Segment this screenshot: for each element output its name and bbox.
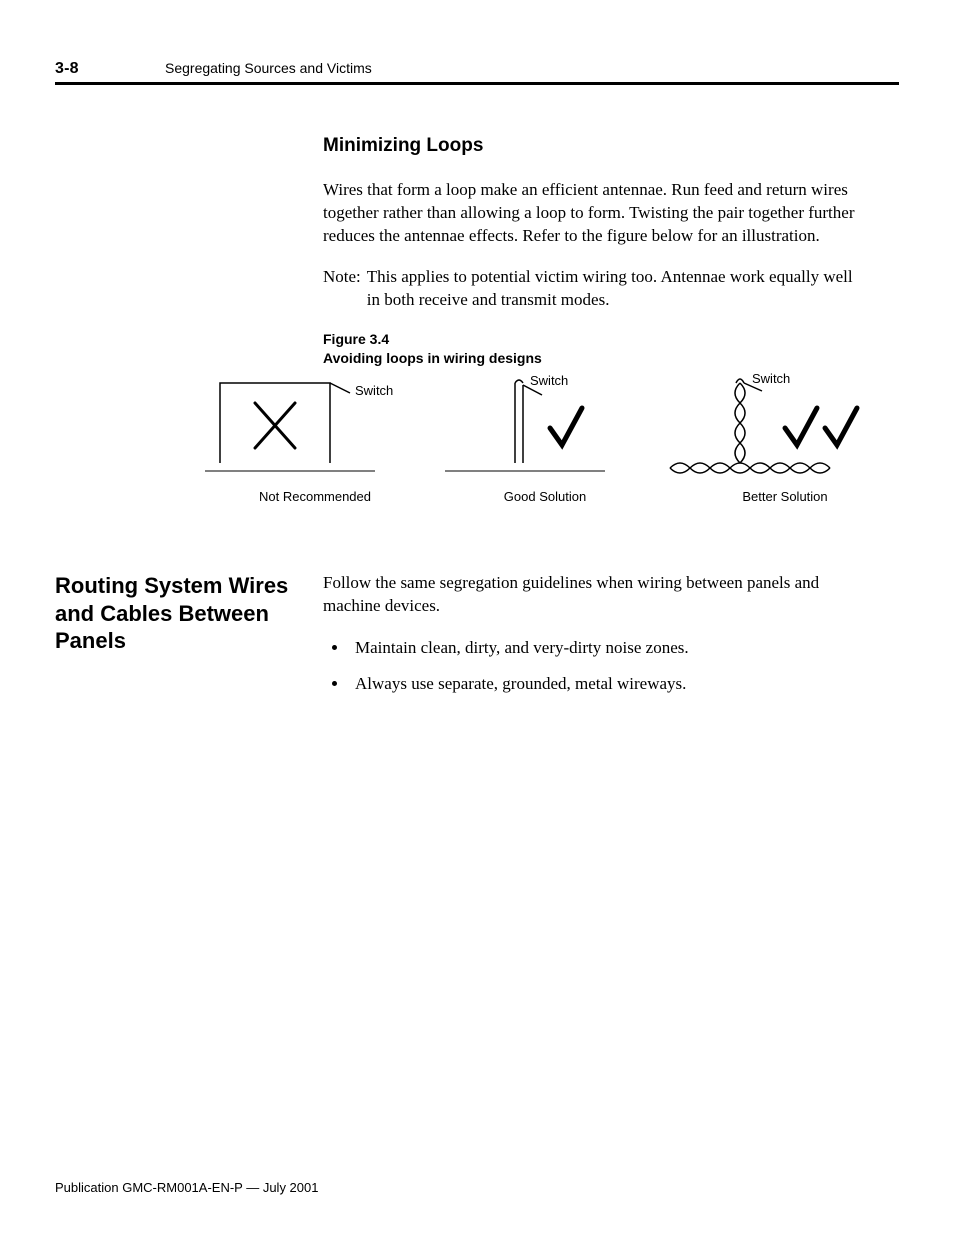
note-label: Note:	[323, 266, 367, 312]
routing-body: Follow the same segregation guidelines w…	[323, 572, 863, 707]
paragraph-loops-intro: Wires that form a loop make an efficient…	[323, 179, 863, 248]
twisted-pair-horizontal	[670, 463, 830, 473]
switch-label-a: Switch	[355, 383, 393, 398]
section-routing-wires: Routing System Wires and Cables Between …	[55, 572, 899, 707]
panel-caption-a: Not Recommended	[200, 489, 430, 504]
figure-title: Avoiding loops in wiring designs	[323, 350, 542, 366]
bullet-wireways: Always use separate, grounded, metal wir…	[349, 672, 863, 696]
bullet-noise-zones: Maintain clean, dirty, and very-dirty no…	[349, 636, 863, 660]
figure-caption: Figure 3.4 Avoiding loops in wiring desi…	[323, 330, 863, 368]
twisted-pair-vertical	[735, 379, 762, 463]
note-block: Note: This applies to potential victim w…	[323, 266, 863, 312]
routing-intro: Follow the same segregation guidelines w…	[323, 572, 863, 618]
side-heading-routing: Routing System Wires and Cables Between …	[55, 572, 323, 707]
switch-label-c: Switch	[752, 373, 790, 386]
panel-caption-b: Good Solution	[430, 489, 660, 504]
cross-icon	[255, 403, 295, 448]
figure-panel-good: Switch Good Solution	[430, 373, 660, 504]
chapter-title: Segregating Sources and Victims	[165, 60, 372, 76]
routing-bullets: Maintain clean, dirty, and very-dirty no…	[323, 636, 863, 696]
publication-footer: Publication GMC-RM001A-EN-P — July 2001	[55, 1180, 318, 1195]
switch-label-b: Switch	[530, 373, 568, 388]
page-number: 3-8	[55, 60, 165, 78]
figure-number: Figure 3.4	[323, 331, 389, 347]
section-minimizing-loops: Minimizing Loops Wires that form a loop …	[323, 135, 863, 367]
figure-row: Switch Not Recommended Switch	[200, 373, 899, 504]
figure-panel-not-recommended: Switch Not Recommended	[200, 373, 430, 504]
figure-panel-better: Switch Better Solution	[660, 373, 910, 504]
double-check-icon	[785, 408, 857, 445]
heading-minimizing-loops: Minimizing Loops	[323, 135, 863, 157]
note-body: This applies to potential victim wiring …	[367, 266, 863, 312]
panel-caption-c: Better Solution	[660, 489, 910, 504]
page-header: 3-8 Segregating Sources and Victims	[55, 60, 899, 85]
check-icon	[550, 408, 582, 445]
page: 3-8 Segregating Sources and Victims Mini…	[0, 0, 954, 1235]
